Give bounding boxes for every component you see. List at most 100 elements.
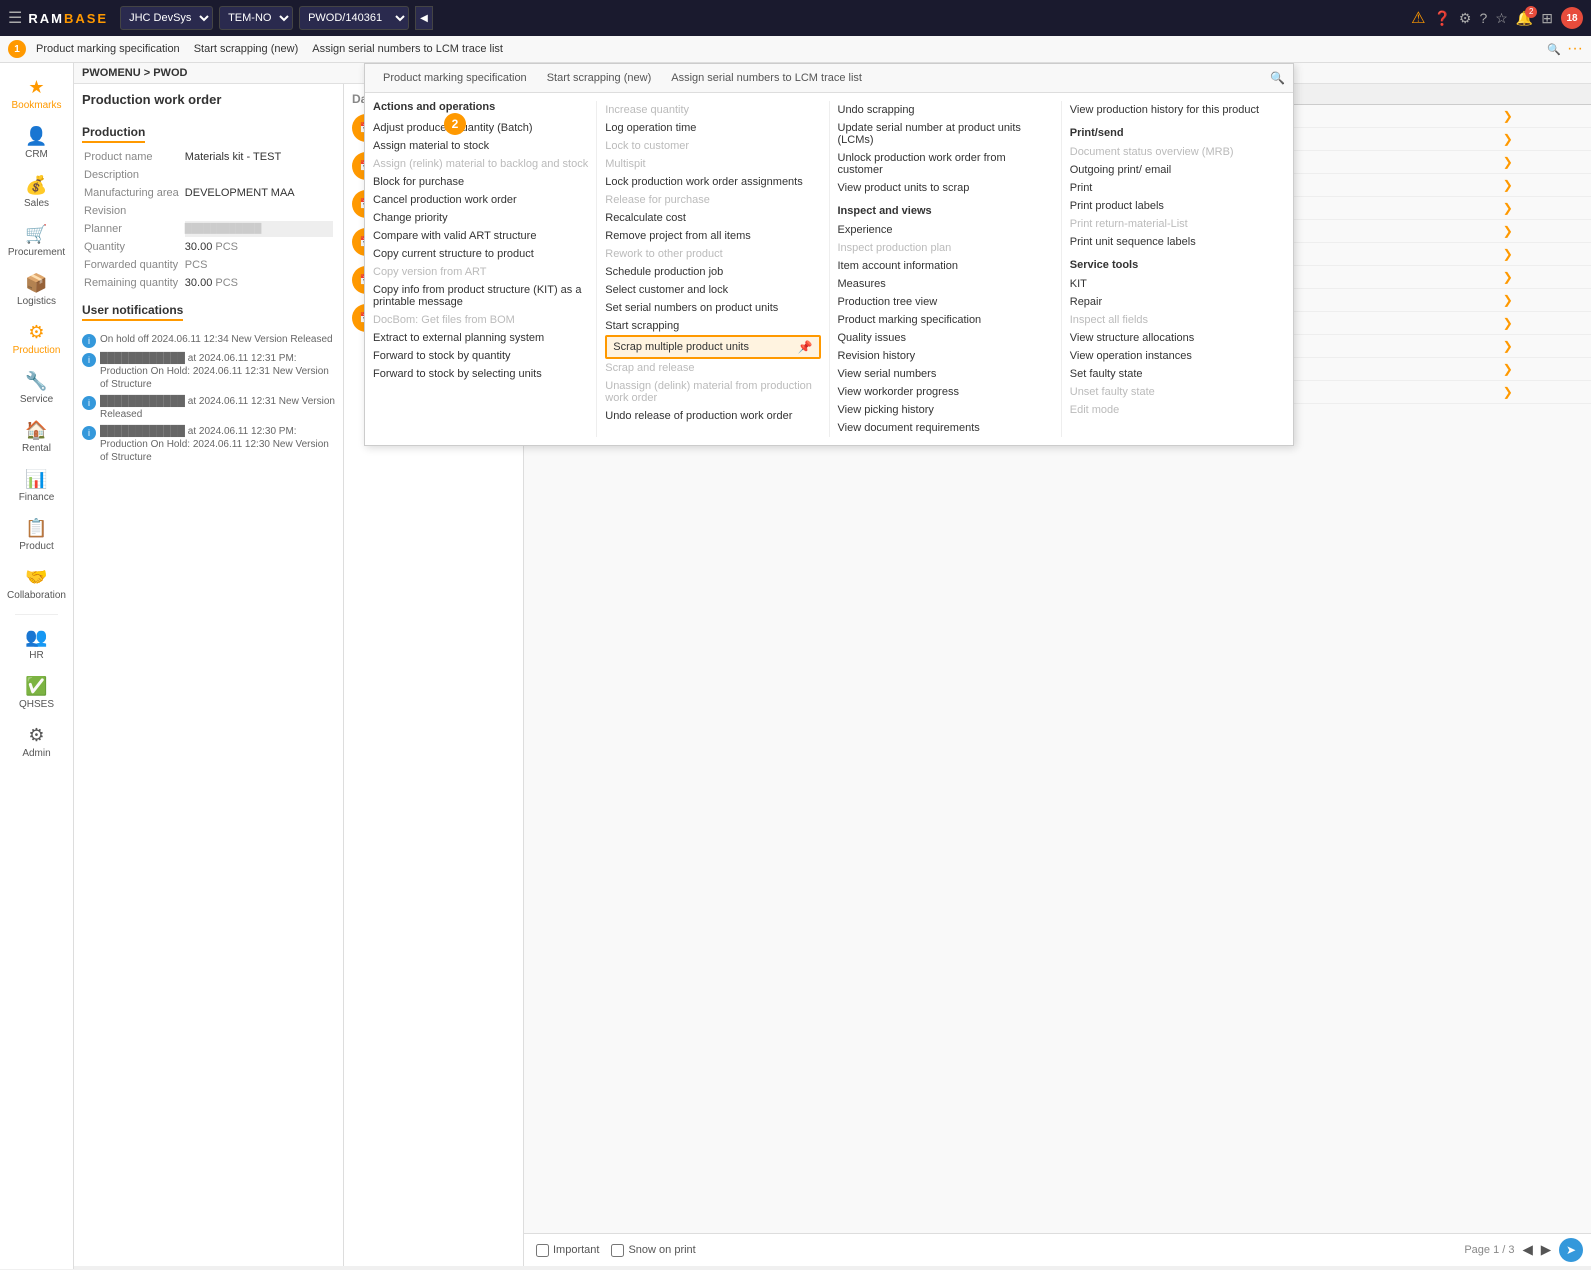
sidebar-item-crm[interactable]: 👤 CRM bbox=[3, 120, 71, 167]
tab-assign-serial[interactable]: Assign serial numbers to LCM trace list bbox=[308, 41, 507, 57]
service-title: Service tools bbox=[1070, 259, 1285, 271]
sidebar-item-admin[interactable]: ⚙ Admin bbox=[3, 719, 71, 766]
col2-item-6[interactable]: Recalculate cost bbox=[605, 209, 820, 227]
col2-item-4[interactable]: Lock production work order assignments bbox=[605, 173, 820, 191]
col4-print-item-2[interactable]: Print bbox=[1070, 179, 1285, 197]
sidebar-item-product[interactable]: 📋 Product bbox=[3, 512, 71, 559]
sidebar-item-finance[interactable]: 📊 Finance bbox=[3, 463, 71, 510]
col1-item-7[interactable]: Copy current structure to product bbox=[373, 245, 588, 263]
col1-item-5[interactable]: Change priority bbox=[373, 209, 588, 227]
dropdown-tab-0[interactable]: Product marking specification bbox=[373, 64, 537, 92]
col3-inspect-item-11[interactable]: View document requirements bbox=[838, 419, 1053, 437]
sidebar-item-procurement[interactable]: 🛒 Procurement bbox=[3, 218, 71, 265]
col4-service-item-0[interactable]: KIT bbox=[1070, 275, 1285, 293]
hamburger-icon[interactable]: ☰ bbox=[8, 8, 22, 28]
col3-inspect-item-2[interactable]: Item account information bbox=[838, 257, 1053, 275]
col4-service-item-4[interactable]: View operation instances bbox=[1070, 347, 1285, 365]
doc-select[interactable]: PWOD/140361 bbox=[299, 6, 409, 30]
star-icon[interactable]: ☆ bbox=[1495, 10, 1508, 27]
col4-print-item-4: Print return-material-List bbox=[1070, 215, 1285, 233]
col1-item-3[interactable]: Block for purchase bbox=[373, 173, 588, 191]
dropdown-tab-2[interactable]: Assign serial numbers to LCM trace list bbox=[661, 64, 872, 92]
sidebar-item-hr[interactable]: 👥 HR bbox=[3, 621, 71, 668]
col2-item-7[interactable]: Remove project from all items bbox=[605, 227, 820, 245]
sidebar-item-rental[interactable]: 🏠 Rental bbox=[3, 414, 71, 461]
col4-print-item-0: Document status overview (MRB) bbox=[1070, 143, 1285, 161]
col2-item-11[interactable]: Set serial numbers on product units bbox=[605, 299, 820, 317]
col1-item-6[interactable]: Compare with valid ART structure bbox=[373, 227, 588, 245]
col4-print-item-3[interactable]: Print product labels bbox=[1070, 197, 1285, 215]
doc-nav-btn[interactable]: ◀ bbox=[415, 6, 433, 30]
col1-item-0[interactable]: Adjust produced quantity (Batch) bbox=[373, 119, 588, 137]
col2-item-2: Lock to customer bbox=[605, 137, 820, 155]
col3-inspect-item-1: Inspect production plan bbox=[838, 239, 1053, 257]
col4-print-item-5[interactable]: Print unit sequence labels bbox=[1070, 233, 1285, 251]
col3-item-0[interactable]: Undo scrapping bbox=[838, 101, 1053, 119]
col4-service-item-1[interactable]: Repair bbox=[1070, 293, 1285, 311]
grid-icon[interactable]: ⊞ bbox=[1541, 10, 1553, 27]
sidebar-label-sales: Sales bbox=[24, 198, 49, 210]
notification-icon[interactable]: 🔔2 bbox=[1516, 10, 1533, 27]
sidebar-item-collaboration[interactable]: 🤝 Collaboration bbox=[3, 561, 71, 608]
col3-item-2[interactable]: Unlock production work order from custom… bbox=[838, 149, 1053, 179]
col3-inspect-item-9[interactable]: View workorder progress bbox=[838, 383, 1053, 401]
col2-item-10[interactable]: Select customer and lock bbox=[605, 281, 820, 299]
question-icon[interactable]: ? bbox=[1479, 10, 1487, 26]
more-options-btn[interactable]: ··· bbox=[1567, 40, 1583, 58]
sidebar-label-production: Production bbox=[13, 345, 61, 357]
col4-service-items: KITRepairInspect all fieldsView structur… bbox=[1070, 275, 1285, 419]
sidebar-label-logistics: Logistics bbox=[17, 296, 56, 308]
tem-select[interactable]: TEM-NO bbox=[219, 6, 293, 30]
dropdown-tab-1[interactable]: Start scrapping (new) bbox=[537, 64, 662, 92]
col1-item-4[interactable]: Cancel production work order bbox=[373, 191, 588, 209]
col4-item-0[interactable]: View production history for this product bbox=[1070, 101, 1285, 119]
col4-service-item-3[interactable]: View structure allocations bbox=[1070, 329, 1285, 347]
pin-icon: 📌 bbox=[798, 340, 813, 354]
col4-service-item-5[interactable]: Set faulty state bbox=[1070, 365, 1285, 383]
production-icon: ⚙ bbox=[28, 322, 44, 343]
nav-badge: 1 bbox=[8, 40, 26, 58]
col1-item-13[interactable]: Forward to stock by selecting units bbox=[373, 365, 588, 383]
menu-col-1: Actions and operations Adjust produced q… bbox=[365, 101, 597, 437]
tab-product-marking[interactable]: Product marking specification bbox=[32, 41, 184, 57]
settings-circle-icon[interactable]: ⚙ bbox=[1459, 10, 1472, 27]
col3-inspect-item-0[interactable]: Experience bbox=[838, 221, 1053, 239]
col4-print-item-1[interactable]: Outgoing print/ email bbox=[1070, 161, 1285, 179]
top-navigation: ☰ RAMBASE JHC DevSys TEM-NO PWOD/140361 … bbox=[0, 0, 1591, 36]
col3-inspect-item-5[interactable]: Product marking specification bbox=[838, 311, 1053, 329]
col3-item-3[interactable]: View product units to scrap bbox=[838, 179, 1053, 197]
search-icon[interactable]: 🔍 bbox=[1547, 43, 1561, 56]
col3-inspect-item-7[interactable]: Revision history bbox=[838, 347, 1053, 365]
col3-inspect-item-3[interactable]: Measures bbox=[838, 275, 1053, 293]
user-avatar[interactable]: 18 bbox=[1561, 7, 1583, 29]
menu-col-2: Increase quantityLog operation timeLock … bbox=[597, 101, 829, 437]
col1-item-11[interactable]: Extract to external planning system bbox=[373, 329, 588, 347]
col3-item-1[interactable]: Update serial number at product units (L… bbox=[838, 119, 1053, 149]
col2-item-12[interactable]: Start scrapping bbox=[605, 317, 820, 335]
alert-icon[interactable]: ⚠ bbox=[1411, 8, 1425, 28]
col2-item-9[interactable]: Schedule production job bbox=[605, 263, 820, 281]
rental-icon: 🏠 bbox=[25, 420, 47, 441]
sidebar-item-sales[interactable]: 💰 Sales bbox=[3, 169, 71, 216]
col3-inspect-item-4[interactable]: Production tree view bbox=[838, 293, 1053, 311]
sidebar-item-service[interactable]: 🔧 Service bbox=[3, 365, 71, 412]
col2-item-highlighted-13[interactable]: Scrap multiple product units📌 bbox=[605, 335, 820, 359]
help-circle-icon[interactable]: ❓ bbox=[1433, 10, 1450, 27]
col2-item-16[interactable]: Undo release of production work order bbox=[605, 407, 820, 425]
tab-start-scrapping[interactable]: Start scrapping (new) bbox=[190, 41, 303, 57]
col3-inspect-item-10[interactable]: View picking history bbox=[838, 401, 1053, 419]
col1-item-1[interactable]: Assign material to stock bbox=[373, 137, 588, 155]
crm-icon: 👤 bbox=[25, 126, 47, 147]
col3-inspect-item-8[interactable]: View serial numbers bbox=[838, 365, 1053, 383]
sidebar-item-bookmarks[interactable]: ★ Bookmarks bbox=[3, 71, 71, 118]
sidebar-item-production[interactable]: ⚙ Production bbox=[3, 316, 71, 363]
sidebar-item-qhses[interactable]: ✅ QHSES bbox=[3, 670, 71, 717]
company-select[interactable]: JHC DevSys bbox=[120, 6, 213, 30]
col3-inspect-item-6[interactable]: Quality issues bbox=[838, 329, 1053, 347]
sidebar-item-logistics[interactable]: 📦 Logistics bbox=[3, 267, 71, 314]
sidebar-label-qhses: QHSES bbox=[19, 699, 54, 711]
col2-item-8: Rework to other product bbox=[605, 245, 820, 263]
col1-item-12[interactable]: Forward to stock by quantity bbox=[373, 347, 588, 365]
col1-item-9[interactable]: Copy info from product structure (KIT) a… bbox=[373, 281, 588, 311]
col2-item-1[interactable]: Log operation time bbox=[605, 119, 820, 137]
